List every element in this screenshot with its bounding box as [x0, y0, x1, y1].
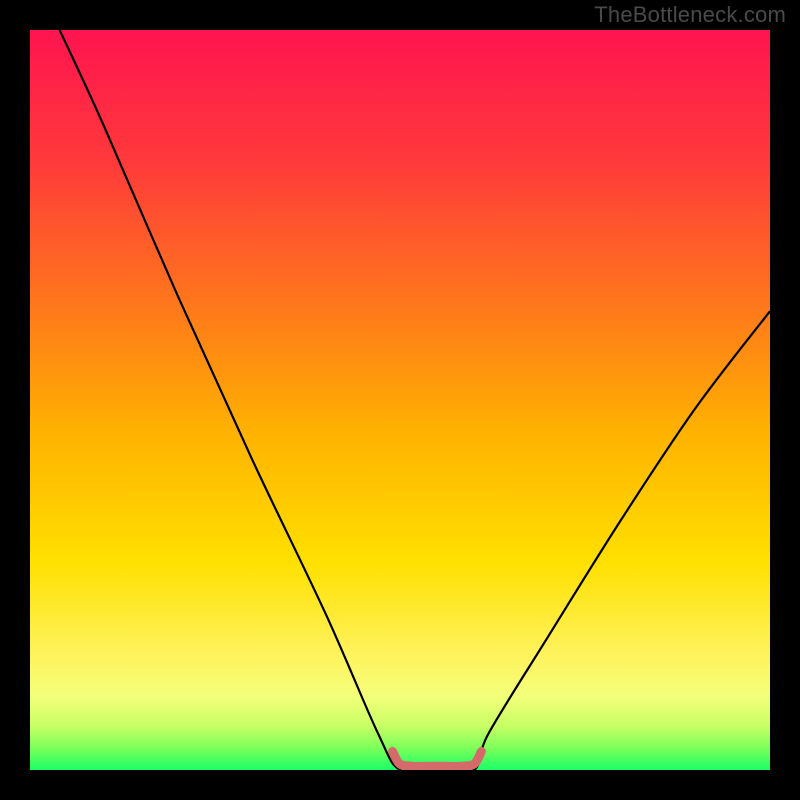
bottleneck-curve [60, 30, 770, 770]
plot-lines [30, 30, 770, 770]
chart-canvas: TheBottleneck.com [0, 0, 800, 800]
watermark-text: TheBottleneck.com [594, 2, 786, 28]
optimal-band [393, 752, 482, 767]
plot-area [30, 30, 770, 770]
